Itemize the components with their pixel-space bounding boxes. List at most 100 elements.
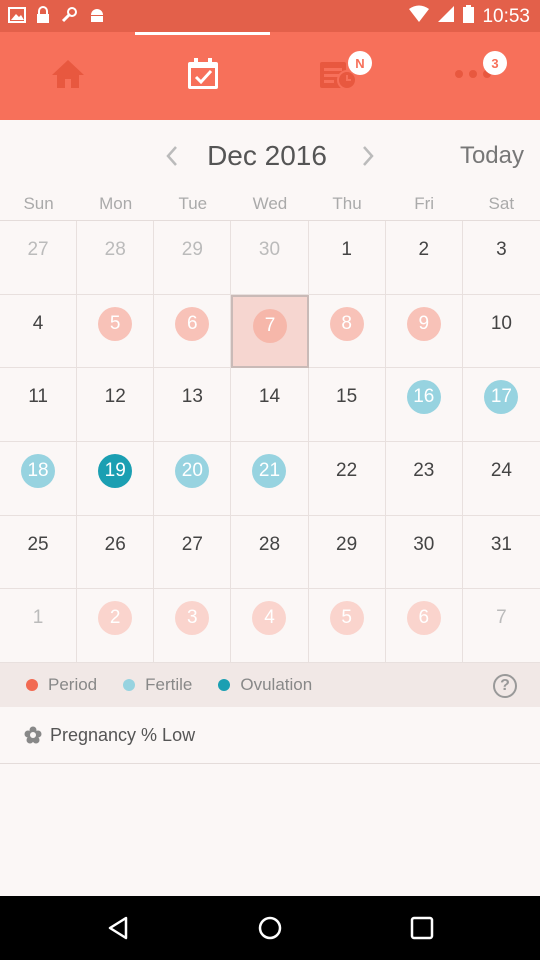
day-number: 20 bbox=[175, 453, 210, 488]
calendar-grid: 27 28 29 30 1 2 3 4 5 6 7 8 9 10 11 12 13 14 15 16 17 18 19 20 2… bbox=[0, 221, 540, 663]
today-button[interactable]: Today bbox=[460, 142, 524, 170]
pregnancy-label: Pregnancy % Low bbox=[50, 724, 196, 745]
calendar-day-cell[interactable]: 30 bbox=[385, 515, 463, 590]
day-number: 4 bbox=[32, 312, 44, 334]
calendar-day-cell[interactable]: 15 bbox=[308, 368, 386, 442]
calendar-day-cell[interactable]: 26 bbox=[77, 515, 155, 590]
calendar-day-cell[interactable]: 9 bbox=[385, 294, 463, 369]
calendar-day-cell[interactable]: 22 bbox=[308, 441, 386, 516]
calendar-day-cell[interactable]: 28 bbox=[77, 221, 155, 295]
day-number: 8 bbox=[329, 306, 364, 341]
calendar-day-cell[interactable]: 30 bbox=[231, 221, 309, 295]
day-number: 2 bbox=[418, 239, 430, 260]
day-number: 1 bbox=[341, 239, 352, 260]
calendar-day-cell[interactable]: 12 bbox=[77, 368, 155, 442]
calendar-day-cell[interactable]: 2 bbox=[77, 589, 155, 663]
pregnancy-chance-row: Pregnancy % Low bbox=[0, 707, 540, 764]
calendar-day-cell[interactable]: 4 bbox=[0, 294, 78, 369]
calendar-day-cell[interactable]: 21 bbox=[231, 441, 309, 516]
legend-bar: Period Fertile Ovulation ? bbox=[0, 663, 540, 707]
calendar-day-cell[interactable]: 31 bbox=[462, 516, 540, 590]
calendar-day-cell[interactable]: 28 bbox=[231, 515, 309, 590]
weekday-header: Sun Mon Tue Wed Thu Fri Sat bbox=[0, 190, 540, 221]
calendar-day-cell[interactable]: 10 bbox=[462, 295, 540, 369]
home-circle-icon[interactable] bbox=[258, 916, 282, 945]
weekday-label: Thu bbox=[332, 194, 362, 213]
calendar-day-cell[interactable]: 3 bbox=[462, 221, 540, 295]
previous-month-button[interactable] bbox=[158, 144, 186, 172]
day-number: 15 bbox=[336, 386, 358, 408]
calendar-day-cell[interactable]: 16 bbox=[385, 368, 463, 442]
day-number: 25 bbox=[27, 533, 49, 555]
tab-reminders[interactable]: N bbox=[270, 32, 405, 120]
calendar-day-cell[interactable]: 1 bbox=[308, 221, 386, 295]
calendar-day-cell[interactable]: 25 bbox=[0, 515, 78, 590]
period-dot-icon bbox=[26, 679, 38, 691]
weekday-label: Sat bbox=[488, 194, 515, 213]
tab-home[interactable] bbox=[0, 32, 135, 120]
day-number: 22 bbox=[336, 459, 358, 481]
calendar-day-cell[interactable]: 27 bbox=[154, 515, 232, 590]
day-number: 7 bbox=[252, 308, 287, 343]
weekday-label: Wed bbox=[252, 194, 288, 213]
calendar-day-cell[interactable]: 29 bbox=[308, 515, 386, 590]
chevron-left-icon bbox=[165, 145, 179, 172]
calendar-day-cell[interactable]: 1 bbox=[0, 589, 78, 663]
calendar-day-cell[interactable]: 7 bbox=[231, 294, 309, 369]
day-number: 6 bbox=[406, 601, 441, 636]
top-tab-bar: N 3 bbox=[0, 32, 540, 120]
day-number: 29 bbox=[181, 239, 203, 260]
calendar-day-cell[interactable]: 4 bbox=[231, 589, 309, 663]
calendar-day-cell[interactable]: 20 bbox=[154, 441, 232, 516]
calendar-day-cell[interactable]: 11 bbox=[0, 368, 78, 442]
legend-fertile: Fertile bbox=[123, 675, 192, 695]
day-number: 13 bbox=[181, 386, 203, 408]
day-number: 21 bbox=[252, 453, 287, 488]
help-button[interactable]: ? bbox=[493, 674, 517, 698]
day-number: 19 bbox=[98, 453, 133, 488]
day-number: 18 bbox=[21, 453, 56, 488]
day-number: 26 bbox=[104, 533, 126, 555]
day-number: 27 bbox=[27, 239, 49, 260]
day-number: 1 bbox=[32, 607, 44, 629]
day-number: 17 bbox=[484, 380, 519, 415]
legend-ovulation: Ovulation bbox=[218, 675, 312, 695]
calendar-day-cell[interactable]: 27 bbox=[0, 221, 78, 295]
reminders-badge: N bbox=[348, 51, 372, 75]
day-number: 28 bbox=[104, 239, 126, 260]
active-tab-indicator bbox=[135, 32, 270, 35]
tab-calendar[interactable] bbox=[135, 32, 270, 120]
calendar-day-cell[interactable]: 23 bbox=[385, 441, 463, 516]
day-number: 3 bbox=[175, 601, 210, 636]
day-number: 2 bbox=[98, 601, 133, 636]
day-number: 6 bbox=[175, 306, 210, 341]
calendar-day-cell[interactable]: 6 bbox=[385, 589, 463, 663]
calendar-day-cell[interactable]: 6 bbox=[154, 294, 232, 369]
calendar-day-cell[interactable]: 2 bbox=[385, 221, 463, 295]
chevron-right-icon bbox=[361, 145, 375, 172]
calendar-day-cell[interactable]: 29 bbox=[154, 221, 232, 295]
calendar-day-cell[interactable]: 19 bbox=[77, 441, 155, 516]
calendar-day-cell[interactable]: 13 bbox=[154, 368, 232, 442]
day-number: 10 bbox=[490, 312, 512, 334]
ovulation-dot-icon bbox=[218, 679, 231, 691]
next-month-button[interactable] bbox=[354, 144, 382, 172]
calendar-day-cell[interactable]: 14 bbox=[231, 368, 309, 442]
calendar-day-cell[interactable]: 8 bbox=[308, 294, 386, 369]
more-badge: 3 bbox=[483, 51, 507, 75]
day-number: 4 bbox=[252, 601, 287, 636]
day-number: 9 bbox=[406, 306, 441, 341]
calendar-day-cell[interactable]: 5 bbox=[308, 589, 386, 663]
back-icon[interactable] bbox=[106, 916, 130, 945]
calendar-day-cell[interactable]: 18 bbox=[0, 441, 78, 516]
legend-period: Period bbox=[26, 675, 97, 695]
day-number: 28 bbox=[258, 533, 281, 555]
day-number: 5 bbox=[98, 306, 133, 341]
calendar-day-cell[interactable]: 17 bbox=[462, 368, 540, 442]
tab-more[interactable]: 3 bbox=[405, 32, 540, 120]
calendar-day-cell[interactable]: 5 bbox=[77, 294, 155, 369]
calendar-day-cell[interactable]: 3 bbox=[154, 589, 232, 663]
calendar-day-cell[interactable]: 7 bbox=[462, 589, 540, 663]
calendar-day-cell[interactable]: 24 bbox=[462, 442, 540, 516]
recents-icon[interactable] bbox=[410, 916, 434, 945]
